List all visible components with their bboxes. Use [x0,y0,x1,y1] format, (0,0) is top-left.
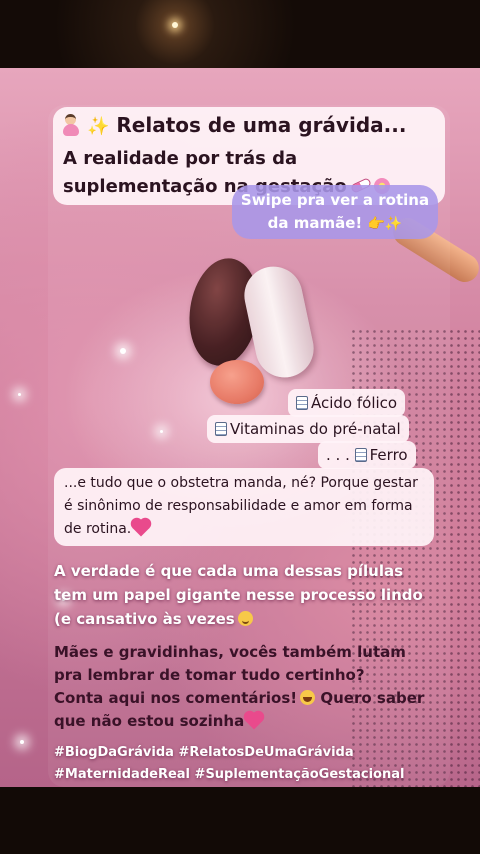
hashtag-link[interactable]: #SuplementaçãoGestacional [195,767,405,782]
sparkles-icon: ✨ [384,216,403,232]
swipe-hint-line1: Swipe pra ver a rotina [240,191,430,209]
swipe-hint-line2: da mamãe! [267,214,363,232]
hashtag-row: #BiogDaGrávida #RelatosDeUmaGrávida [54,742,454,764]
supplement-label: Ácido fólico [311,394,398,412]
note-bubble: ...e tudo que o obstetra manda, né? Porq… [54,468,434,546]
supplement-prenatal-vitamins: Vitaminas do pré-natal [207,415,409,443]
top-letterbox [0,0,480,68]
grinning-face-icon [300,690,316,705]
paragraph2-line2-row: Conta aqui nos comentários! Quero saber … [54,687,438,733]
hashtags: #BiogDaGrávida #RelatosDeUmaGrávida #Mat… [54,742,454,786]
supplement-iron: . . . Ferro [318,441,416,469]
document-icon [215,422,227,436]
supplement-label: Ferro [369,446,408,464]
sparkles-icon: ✨ [87,116,110,137]
heart-icon [245,712,263,730]
title-text: Relatos de uma grávida... [116,113,407,137]
note-text: ...e tudo que o obstetra manda, né? Porq… [64,475,418,537]
pregnant-woman-icon [61,114,81,136]
supplement-folic-acid: Ácido fólico [288,389,406,417]
hashtag-link[interactable]: #MaternidadeReal [54,767,190,782]
document-icon [296,396,308,410]
smiling-face-icon [237,611,253,626]
paragraph-question: Mães e gravidinhas, vocês também lutam p… [54,641,438,733]
swipe-hint[interactable]: Swipe pra ver a rotina da mamãe! 👉✨ [232,185,438,239]
sparkle-top [172,22,178,28]
hashtag-row: #MaternidadeReal #SuplementaçãoGestacion… [54,764,454,786]
glow-dot [18,393,21,396]
paragraph2-line1: Mães e gravidinhas, vocês também lutam p… [54,643,406,684]
supplement-prefix: . . . [326,446,350,464]
document-icon [354,448,367,462]
paragraph-pills: A verdade é que cada uma dessas pílulas … [54,559,438,631]
pointing-hand-icon: 👉 [367,216,385,232]
hashtag-link[interactable]: #RelatosDeUmaGrávida [178,745,353,760]
supplement-label: Vitaminas do pré-natal [230,420,401,438]
paragraph2-line2: Conta aqui nos comentários! [54,689,298,707]
bottom-letterbox [0,787,480,854]
heart-icon [132,519,150,537]
hashtag-link[interactable]: #BiogDaGrávida [54,745,174,760]
post-title: ✨ Relatos de uma grávida... [53,107,445,143]
swipe-hint-line2-row: da mamãe! 👉✨ [232,212,438,236]
glow-dot [20,740,24,744]
